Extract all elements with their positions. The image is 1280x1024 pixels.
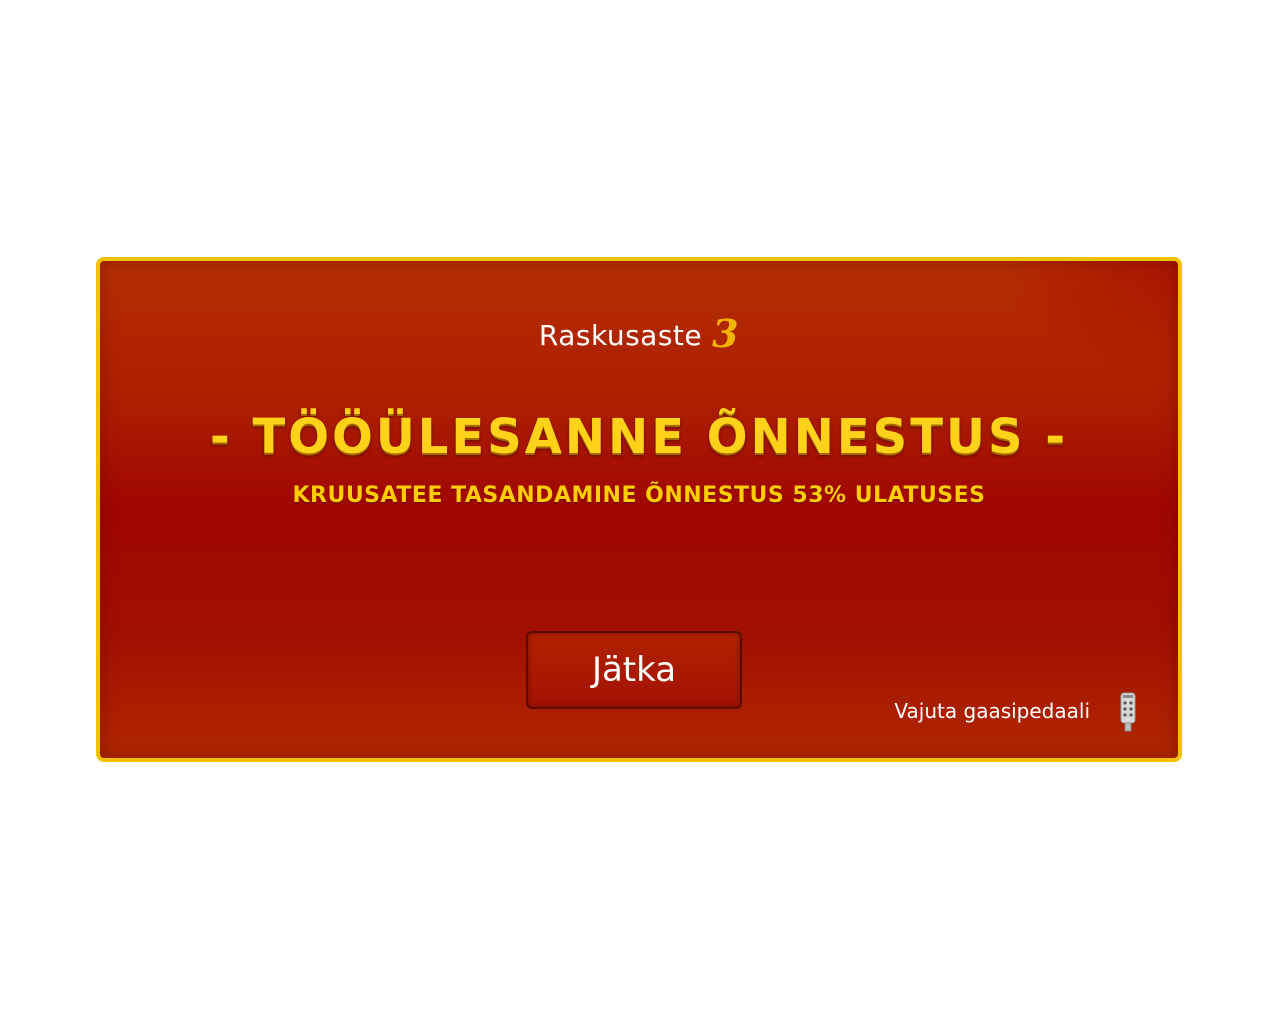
mission-result-dialog: Raskusaste 3 - TÖÖÜLESANNE ÕNNESTUS - KRU… <box>96 257 1182 762</box>
difficulty-label: Raskusaste <box>538 319 703 352</box>
result-title: - TÖÖÜLESANNE ÕNNESTUS - <box>209 409 1069 465</box>
difficulty-indicator: Raskusaste 3 <box>100 311 1178 356</box>
continue-button[interactable]: Jätka <box>526 631 742 709</box>
gas-pedal-icon <box>1120 692 1136 732</box>
gas-pedal-hint: Vajuta gaasipedaali <box>894 699 1090 723</box>
result-subtitle: KRUUSATEE TASANDAMINE ÕNNESTUS 53% ULATU… <box>292 483 986 508</box>
difficulty-level: 3 <box>712 311 740 356</box>
